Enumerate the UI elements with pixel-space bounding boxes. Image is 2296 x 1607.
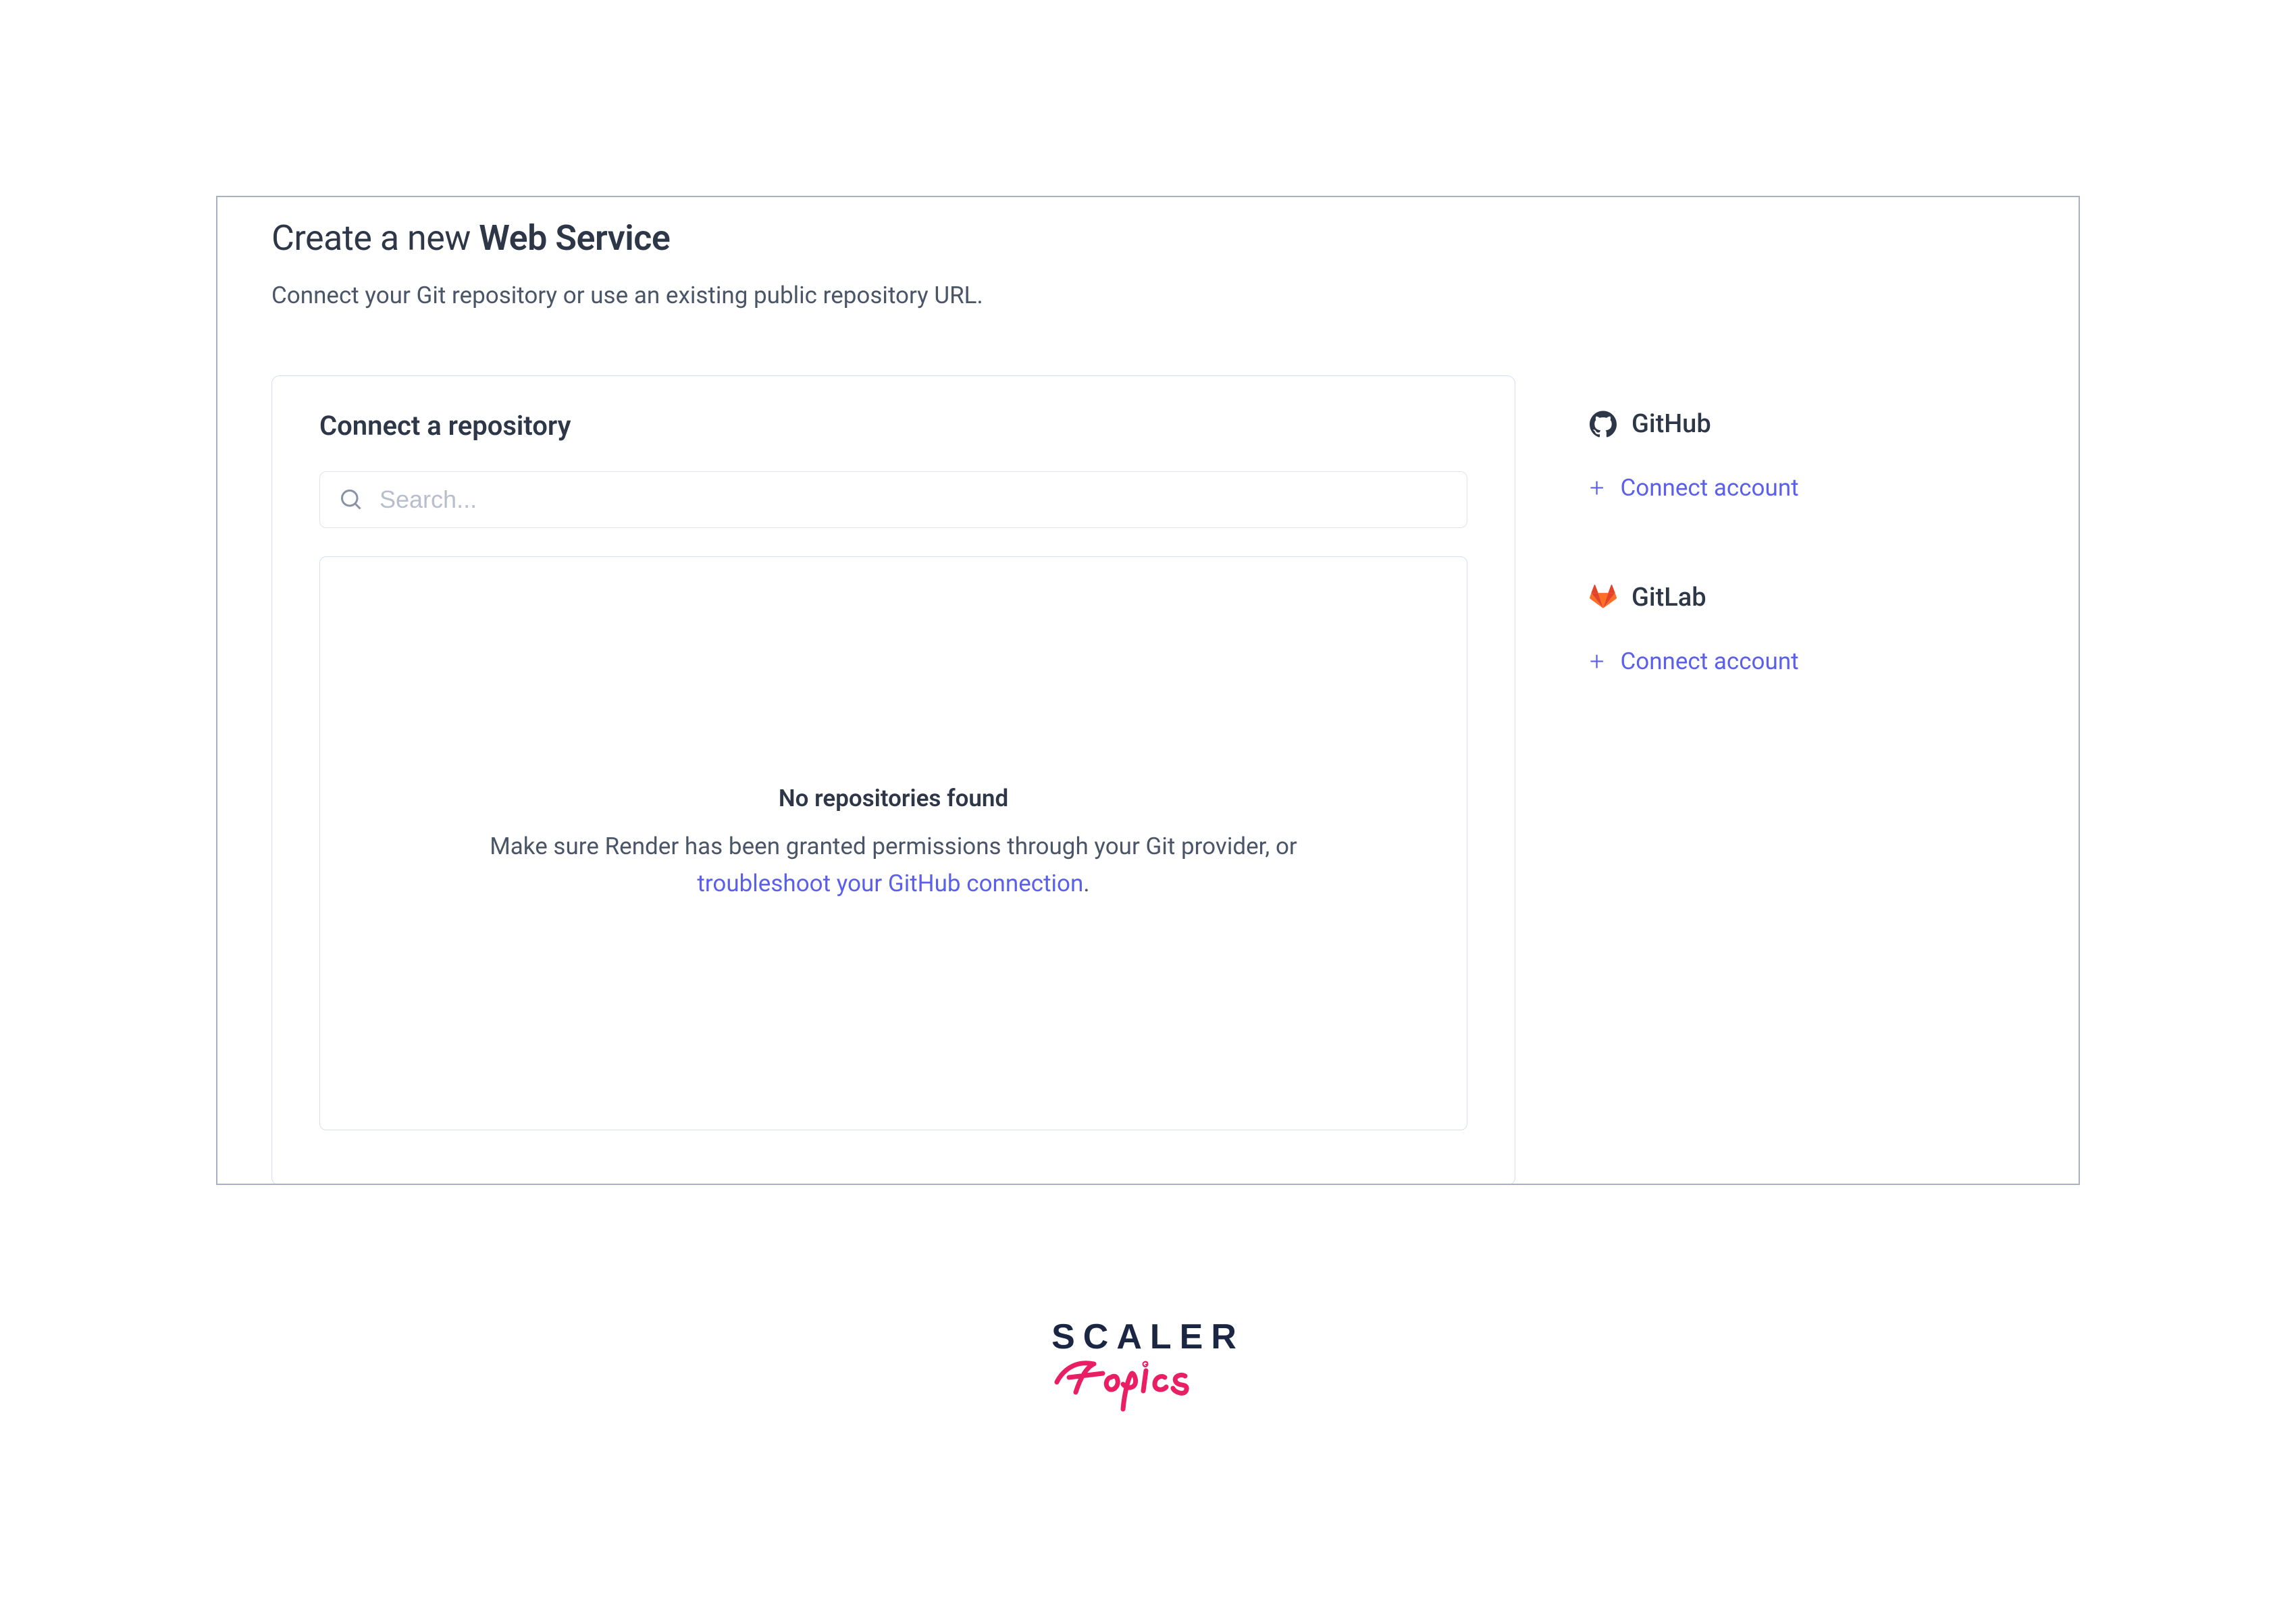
- repository-results: No repositories found Make sure Render h…: [319, 556, 1467, 1130]
- connect-github-label: Connect account: [1620, 474, 1798, 502]
- page-header: Create a new Web Service Connect your Gi…: [217, 197, 2079, 309]
- providers-sidebar: GitHub + Connect account: [1590, 375, 2025, 1185]
- logo-wrapper: SCALER: [0, 1317, 2296, 1419]
- logo-line1: SCALER: [1043, 1317, 1253, 1357]
- connect-gitlab-label: Connect account: [1620, 648, 1798, 675]
- provider-github-header: GitHub: [1590, 409, 2025, 439]
- provider-github-name: GitHub: [1632, 409, 1711, 439]
- content-area: Connect a repository No repositories fou…: [217, 309, 2079, 1185]
- empty-state-title: No repositories found: [779, 785, 1008, 812]
- empty-state-text: Make sure Render has been granted permis…: [442, 828, 1345, 902]
- empty-text-part2: .: [1083, 870, 1089, 897]
- provider-github: GitHub + Connect account: [1590, 409, 2025, 502]
- search-wrapper[interactable]: [319, 471, 1467, 528]
- provider-gitlab-name: GitLab: [1632, 583, 1706, 612]
- github-icon: [1590, 411, 1617, 438]
- page-title: Create a new Web Service: [271, 217, 2025, 259]
- scaler-topics-logo: SCALER: [1043, 1317, 1253, 1419]
- page-title-prefix: Create a new: [271, 217, 479, 259]
- connect-gitlab-button[interactable]: + Connect account: [1590, 648, 2025, 675]
- search-icon: [339, 488, 363, 512]
- page-subtitle: Connect your Git repository or use an ex…: [271, 282, 2025, 309]
- search-input[interactable]: [380, 485, 1448, 514]
- panel-title: Connect a repository: [319, 410, 1467, 442]
- empty-text-part1: Make sure Render has been granted permis…: [490, 833, 1297, 860]
- app-frame: Create a new Web Service Connect your Gi…: [216, 196, 2080, 1185]
- gitlab-icon: [1590, 584, 1617, 611]
- connect-repository-panel: Connect a repository No repositories fou…: [271, 375, 1515, 1185]
- provider-gitlab-header: GitLab: [1590, 583, 2025, 612]
- troubleshoot-link[interactable]: troubleshoot your GitHub connection: [697, 870, 1083, 897]
- page-title-bold: Web Service: [479, 217, 670, 259]
- provider-gitlab: GitLab + Connect account: [1590, 583, 2025, 675]
- plus-icon: +: [1590, 475, 1604, 501]
- connect-github-button[interactable]: + Connect account: [1590, 474, 2025, 502]
- plus-icon: +: [1590, 649, 1604, 675]
